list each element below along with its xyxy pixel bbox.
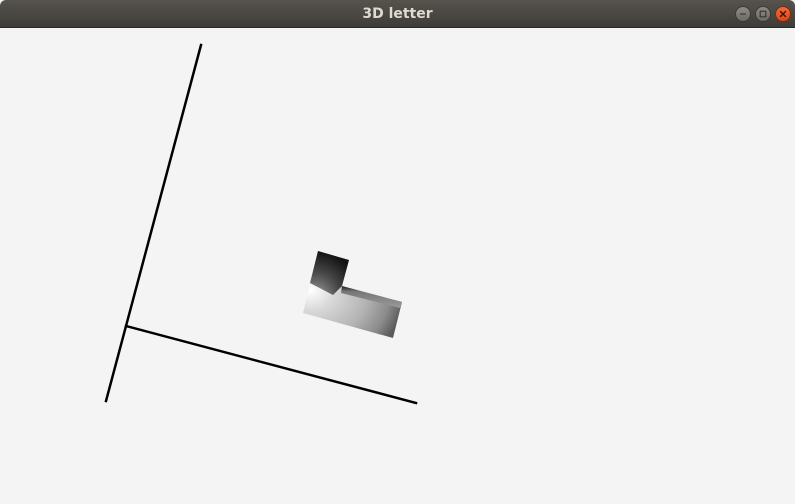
title-bar[interactable]: 3D letter [0, 0, 795, 28]
minimize-button[interactable] [735, 6, 751, 22]
app-window: 3D letter [0, 0, 795, 504]
close-icon [779, 10, 787, 18]
close-button[interactable] [775, 6, 791, 22]
window-title: 3D letter [362, 6, 433, 22]
minimize-icon [740, 13, 746, 15]
y-axis-line [104, 43, 203, 403]
maximize-icon [759, 10, 767, 18]
gl-canvas[interactable] [0, 28, 795, 504]
maximize-button[interactable] [755, 6, 771, 22]
x-axis-line [124, 324, 418, 405]
letter-l-shape [303, 251, 402, 338]
scene-svg [104, 43, 418, 405]
